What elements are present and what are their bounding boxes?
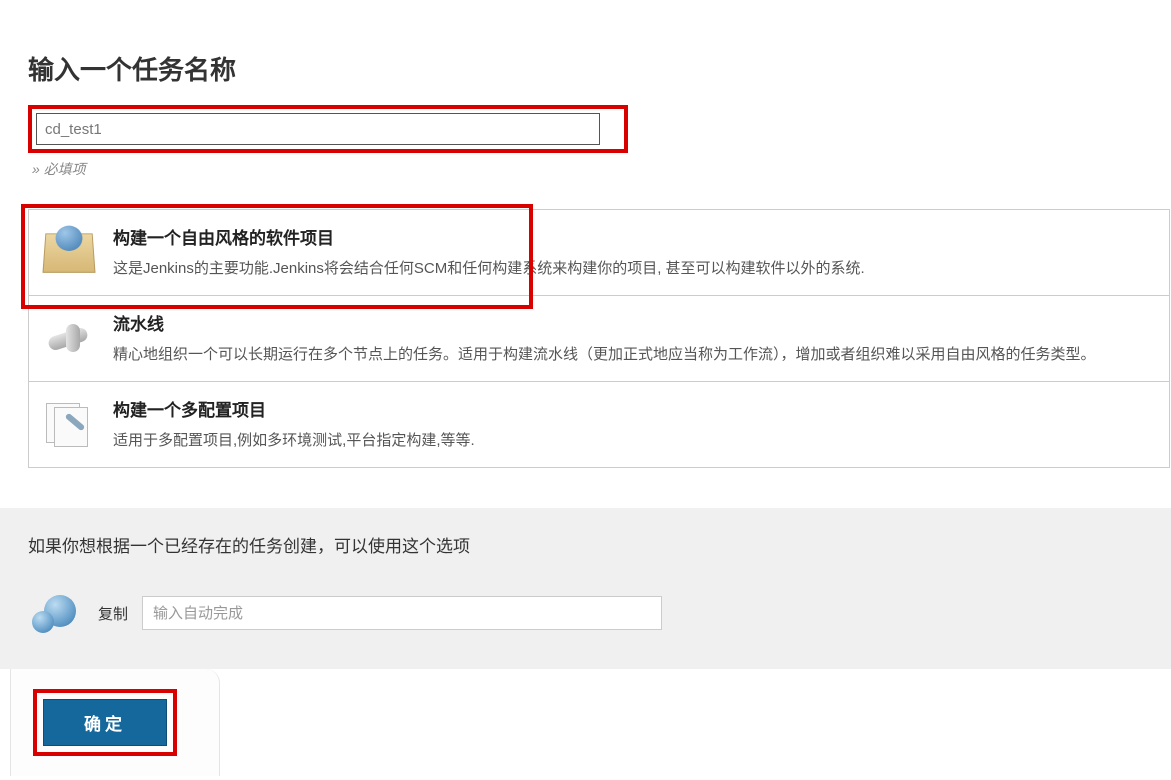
pipeline-icon [41,310,97,366]
copy-from-input[interactable] [142,596,662,630]
item-desc: 适用于多配置项目,例如多环境测试,平台指定构建,等等. [113,429,1157,453]
name-input-highlight [28,105,628,153]
item-name-input[interactable] [36,113,600,145]
copy-from-section: 如果你想根据一个已经存在的任务创建，可以使用这个选项 复制 [0,508,1171,669]
copy-row: 复制 [28,585,1143,641]
item-title: 流水线 [113,310,1157,335]
page-title: 输入一个任务名称 [28,50,1143,87]
item-desc: 这是Jenkins的主要功能.Jenkins将会结合任何SCM和任何构建系统来构… [113,257,1157,281]
ok-button-highlight: 确定 [33,689,177,756]
copy-icon [28,585,84,641]
header-section: 输入一个任务名称 » 必填项 [0,0,1171,189]
item-type-multiconfig[interactable]: 构建一个多配置项目 适用于多配置项目,例如多环境测试,平台指定构建,等等. [28,381,1170,468]
item-text: 构建一个自由风格的软件项目 这是Jenkins的主要功能.Jenkins将会结合… [113,224,1157,281]
item-type-freestyle[interactable]: 构建一个自由风格的软件项目 这是Jenkins的主要功能.Jenkins将会结合… [28,209,1170,295]
item-title: 构建一个自由风格的软件项目 [113,224,1157,249]
item-type-pipeline[interactable]: 流水线 精心地组织一个可以长期运行在多个节点上的任务。适用于构建流水线（更加正式… [28,295,1170,381]
freestyle-icon [41,224,97,280]
new-item-page: 输入一个任务名称 » 必填项 构建一个自由风格的软件项目 这是Jenkins的主… [0,0,1171,776]
item-text: 流水线 精心地组织一个可以长期运行在多个节点上的任务。适用于构建流水线（更加正式… [113,310,1157,367]
required-field-hint: » 必填项 [32,159,1143,179]
item-text: 构建一个多配置项目 适用于多配置项目,例如多环境测试,平台指定构建,等等. [113,396,1157,453]
multiconfig-icon [41,396,97,452]
footer-actions: 确定 [10,669,220,776]
copy-hint: 如果你想根据一个已经存在的任务创建，可以使用这个选项 [28,532,1143,557]
copy-label: 复制 [98,603,128,624]
item-desc: 精心地组织一个可以长期运行在多个节点上的任务。适用于构建流水线（更加正式地应当称… [113,343,1157,367]
ok-button[interactable]: 确定 [43,699,167,746]
item-title: 构建一个多配置项目 [113,396,1157,421]
item-type-list: 构建一个自由风格的软件项目 这是Jenkins的主要功能.Jenkins将会结合… [0,209,1171,468]
